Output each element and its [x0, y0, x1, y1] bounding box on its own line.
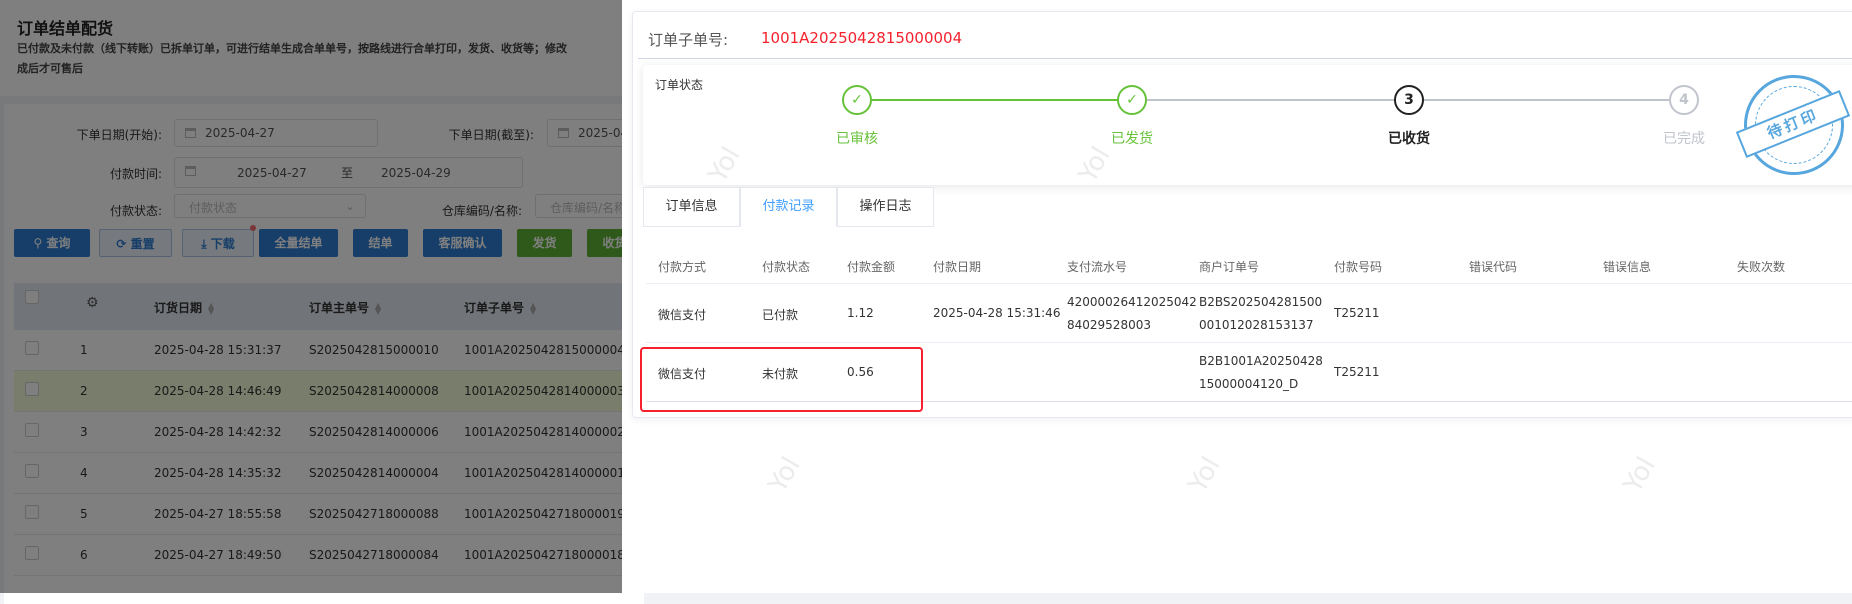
watermark: Yol — [762, 452, 807, 498]
step-label: 已发货 — [1111, 131, 1153, 147]
step-label: 已完成 — [1663, 131, 1705, 147]
payment-col-header: 付款日期 — [933, 260, 982, 274]
payment-merchant-1: B2B1001A20250428 — [1199, 354, 1323, 368]
payment-col-header: 付款状态 — [762, 260, 811, 274]
print-stamp: 待打印 — [1735, 75, 1851, 175]
payment-serial-2: 84029528003 — [1067, 318, 1151, 332]
step-label: 已审核 — [836, 131, 878, 147]
check-icon: ✓ — [1117, 85, 1147, 115]
sub-order-number: 1001A2025042815000004 — [761, 29, 963, 47]
step-connector-done — [872, 99, 1132, 101]
payment-pay-no: T25211 — [1334, 365, 1380, 379]
payment-merchant-1: B2BS202504281500 — [1199, 295, 1323, 309]
tab-payment-records[interactable]: 付款记录 — [740, 187, 837, 227]
payment-serial-1: 42000026412025042 — [1067, 295, 1197, 309]
watermark: Yol — [1182, 452, 1227, 498]
payment-col-header: 商户订单号 — [1199, 260, 1260, 274]
watermark: Yol — [1617, 452, 1662, 498]
modal-overlay[interactable] — [0, 0, 622, 593]
payment-merchant-2: 001012028153137 — [1199, 318, 1314, 332]
payment-col-header: 错误代码 — [1469, 260, 1518, 274]
divider — [646, 283, 1852, 284]
step-number: 3 — [1394, 85, 1424, 115]
sub-order-label: 订单子单号: — [648, 31, 729, 49]
payment-col-header: 错误信息 — [1603, 260, 1652, 274]
payment-date: 2025-04-28 15:31:46 — [933, 306, 1061, 320]
step-label: 已收货 — [1388, 131, 1430, 147]
step-number: 4 — [1669, 85, 1699, 115]
payment-status: 已付款 — [762, 308, 799, 322]
tab-order-info[interactable]: 订单信息 — [643, 187, 740, 227]
order-status-label: 订单状态 — [655, 78, 704, 92]
payment-col-header: 付款金额 — [847, 260, 896, 274]
payment-amount: 1.12 — [847, 306, 874, 320]
divider — [638, 58, 1852, 59]
order-detail-drawer: 订单子单号: 1001A2025042815000004 订单状态 ✓ 已审核 ✓ 已… — [622, 0, 1852, 593]
payment-col-header: 失败次数 — [1737, 260, 1786, 274]
payment-merchant-2: 15000004120_D — [1199, 377, 1299, 391]
tab-operation-log[interactable]: 操作日志 — [837, 187, 934, 227]
check-icon: ✓ — [842, 85, 872, 115]
payment-col-header: 付款号码 — [1334, 260, 1383, 274]
payment-method: 微信支付 — [658, 308, 707, 322]
divider — [646, 342, 1852, 343]
payment-col-header: 支付流水号 — [1067, 260, 1128, 274]
highlight-box — [640, 347, 923, 412]
payment-pay-no: T25211 — [1334, 306, 1380, 320]
payment-col-header: 付款方式 — [658, 260, 707, 274]
order-status-card — [643, 65, 1852, 185]
